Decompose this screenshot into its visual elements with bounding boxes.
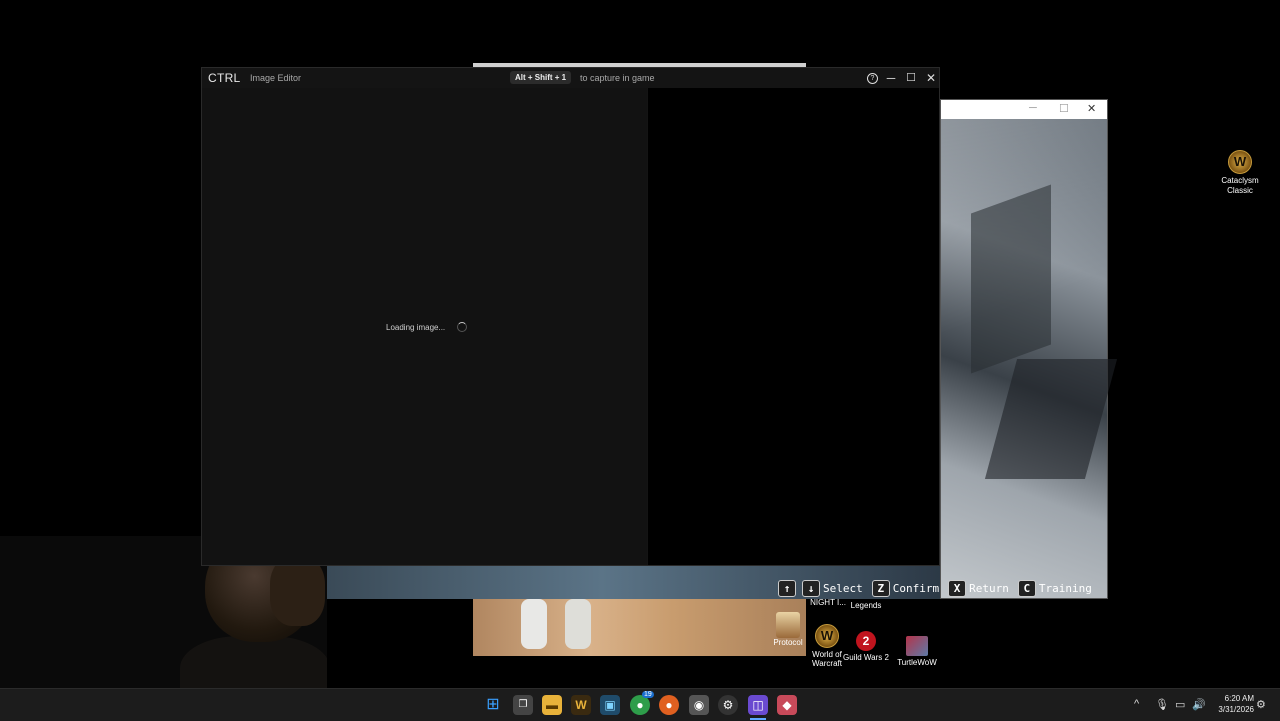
window-subtitle: Image Editor — [250, 73, 302, 83]
camera-icon[interactable]: ◉ — [689, 695, 709, 715]
desktop-icon-cataclysm[interactable]: W Cataclysm Classic — [1218, 150, 1262, 196]
close-icon[interactable]: ✕ — [1087, 102, 1096, 115]
background-window: ─ ☐ ✕ — [940, 99, 1118, 599]
turtlewow-icon — [906, 636, 928, 656]
desktop-icon-label: TurtleWoW — [897, 658, 937, 667]
hint-return: X Return — [948, 579, 1009, 597]
app-brand: CTRL — [208, 71, 241, 85]
side-panel — [648, 88, 939, 565]
screen-tool-icon[interactable]: ▣ — [600, 695, 620, 715]
wow-taskbar-icon[interactable]: W — [571, 695, 591, 715]
editor-titlebar[interactable]: CTRL Image Editor Alt + Shift + 1 to cap… — [202, 68, 939, 88]
hotkey-hint: to capture in game — [580, 73, 655, 83]
close-icon[interactable]: ✕ — [923, 70, 939, 86]
webcam-person — [180, 636, 327, 688]
minimize-icon[interactable]: ─ — [883, 70, 899, 86]
hint-select: ↓ Select — [802, 579, 863, 597]
settings-gear-icon[interactable]: ⚙ — [1256, 698, 1266, 711]
steam-icon[interactable]: ⚙ — [718, 695, 738, 715]
hint-training: C Training — [1017, 579, 1092, 597]
video-thumbnail — [473, 599, 806, 656]
video-figure — [521, 599, 547, 649]
ctrl-app-icon[interactable]: ◫ — [748, 695, 768, 715]
hotkey-badge: Alt + Shift + 1 — [510, 71, 572, 84]
desktop-icon-protocol[interactable]: Protocol — [768, 612, 808, 647]
image-canvas[interactable]: Loading image... — [202, 88, 647, 565]
desktop-icon-label: Guild Wars 2 — [843, 653, 889, 662]
start-windows-icon[interactable]: ⊞ — [483, 695, 503, 715]
maximize-icon[interactable]: ☐ — [903, 70, 919, 86]
game-icon — [776, 612, 800, 638]
up-key-icon: ↑ — [778, 579, 796, 597]
desktop-icon-night[interactable]: NIGHT I... — [806, 598, 850, 607]
chrome-icon[interactable]: ● — [630, 695, 650, 715]
clock-date: 3/31/2026 — [1218, 705, 1254, 714]
desktop-icon-turtlewow[interactable]: TurtleWoW — [896, 636, 938, 667]
background-window-titlebar: ─ ☐ ✕ — [941, 100, 1107, 119]
desktop-icon-label: Cataclysm Classic — [1221, 176, 1259, 195]
desktop-icon-label: Legends — [850, 601, 882, 610]
z-key-icon: Z — [871, 579, 890, 597]
guild-wars-icon: 2 — [856, 631, 876, 651]
image-editor-window: CTRL Image Editor Alt + Shift + 1 to cap… — [201, 67, 940, 566]
c-key-icon: C — [1017, 579, 1036, 597]
file-explorer-icon[interactable]: ▬ — [542, 695, 562, 715]
desktop-icon-legends[interactable]: Legends — [846, 601, 886, 610]
desktop-icon-label: NIGHT I... — [810, 598, 846, 607]
chevron-up-icon[interactable]: ^ — [1134, 698, 1139, 710]
firefox-icon[interactable]: ● — [659, 695, 679, 715]
taskbar: ⊞ ❐ ▬ W ▣ ● 19 ● ◉ ⚙ ◫ ◆ ^ 🎙 ▭ 🔊 6:20 AM… — [0, 688, 1280, 721]
hint-up: ↑ — [778, 579, 796, 597]
desktop-icon-label: World of Warcraft — [812, 650, 842, 668]
hint-label: Return — [969, 581, 1009, 595]
desktop-icon-label: Protocol — [773, 638, 803, 647]
clock[interactable]: 6:20 AM 3/31/2026 — [1218, 693, 1254, 715]
loading-spinner-icon — [457, 322, 467, 332]
loading-text: Loading image... — [386, 323, 446, 332]
task-view-icon[interactable]: ❐ — [513, 695, 533, 715]
hint-confirm: Z Confirm — [871, 579, 940, 597]
controller-hints: ↑ ↓ Select Z Confirm X Return C Training — [778, 578, 1097, 598]
volume-icon[interactable]: 🔊 — [1192, 698, 1206, 711]
background-window-image — [941, 119, 1118, 598]
maximize-icon[interactable]: ☐ — [1059, 102, 1069, 115]
webcam-person — [270, 556, 325, 626]
minimize-icon[interactable]: ─ — [1029, 102, 1037, 114]
x-key-icon: X — [948, 579, 967, 597]
network-icon[interactable]: ▭ — [1175, 698, 1185, 711]
desktop-icon-guild-wars[interactable]: 2 Guild Wars 2 — [842, 631, 890, 662]
game-taskbar-icon[interactable]: ◆ — [777, 695, 797, 715]
wow-icon: W — [815, 624, 839, 648]
video-figure — [565, 599, 591, 649]
wow-icon: W — [1228, 150, 1252, 174]
notification-badge: 19 — [642, 691, 654, 698]
hint-label: Select — [823, 581, 863, 595]
microphone-icon[interactable]: 🎙 — [1155, 698, 1169, 711]
clock-time: 6:20 AM — [1224, 694, 1254, 703]
building-shape — [984, 359, 1118, 479]
hint-label: Training — [1038, 581, 1092, 595]
help-icon[interactable]: ? — [867, 73, 878, 84]
building-shape — [971, 184, 1051, 374]
hint-label: Confirm — [892, 581, 940, 595]
down-key-icon: ↓ — [802, 579, 820, 597]
